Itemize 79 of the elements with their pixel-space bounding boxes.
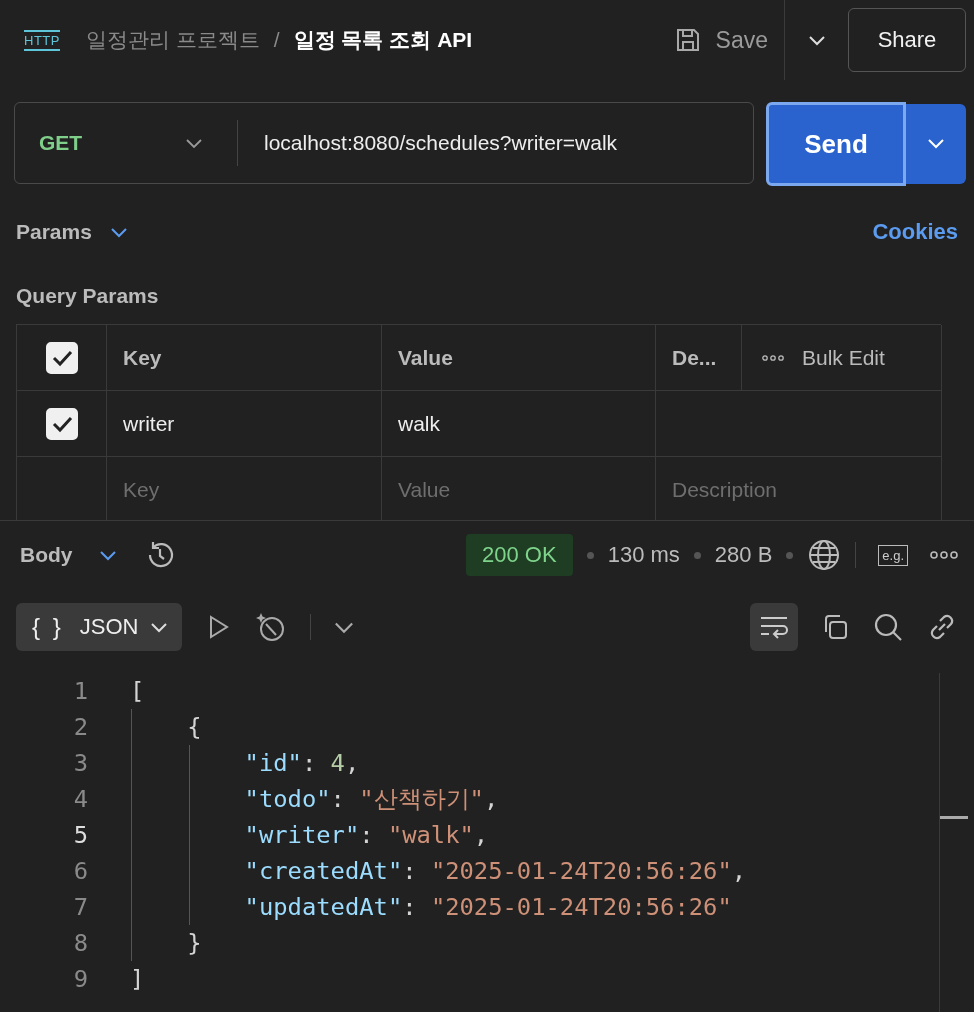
chevron-down-icon xyxy=(109,226,128,238)
method-dropdown[interactable]: GET xyxy=(15,103,237,183)
code-token: "id" xyxy=(243,749,302,777)
key-input[interactable]: Key xyxy=(123,477,365,502)
save-button[interactable]: Save xyxy=(673,26,784,54)
line-number: 5 xyxy=(72,821,89,849)
breadcrumb-separator: / xyxy=(273,28,280,52)
line-number: 2 xyxy=(72,713,89,741)
wrap-lines-icon xyxy=(758,614,790,640)
code-token: "createdAt" xyxy=(243,857,403,885)
line-number: 7 xyxy=(72,893,89,921)
line-number: 3 xyxy=(72,749,89,777)
line-number: 9 xyxy=(72,965,89,993)
code-token: "writer" xyxy=(243,821,360,849)
column-header: Key xyxy=(123,345,162,370)
scroll-marker xyxy=(940,816,968,819)
code-token: , xyxy=(473,821,489,849)
check-icon xyxy=(50,348,73,367)
example-button[interactable]: e.g. xyxy=(878,544,908,566)
response-size: 280 B xyxy=(714,542,773,568)
code-token: : xyxy=(330,785,346,813)
code-token: "todo" xyxy=(243,785,331,813)
code-token: "walk" xyxy=(387,821,474,849)
response-time: 130 ms xyxy=(607,542,680,568)
code-token: : xyxy=(402,857,418,885)
code-token: "산책하기" xyxy=(359,784,484,815)
params-tab[interactable]: Params xyxy=(16,220,128,244)
code-token: , xyxy=(483,785,499,813)
chevron-down-icon[interactable] xyxy=(333,620,356,634)
table-cell: writer xyxy=(123,411,175,436)
code-token: , xyxy=(344,749,360,777)
code-token: : xyxy=(402,893,418,921)
checkbox[interactable] xyxy=(45,341,78,374)
cookies-link[interactable]: Cookies xyxy=(872,219,958,245)
send-button[interactable]: Send xyxy=(766,102,906,186)
code-token: { xyxy=(186,713,202,741)
separator-dot xyxy=(693,551,701,559)
share-button[interactable]: Share xyxy=(848,8,966,72)
value-input[interactable]: Value xyxy=(398,477,639,502)
code-token: "updatedAt" xyxy=(243,893,403,921)
checkbox[interactable] xyxy=(45,407,78,440)
search-icon[interactable] xyxy=(872,611,904,643)
code-token: } xyxy=(186,929,202,957)
more-icon xyxy=(762,354,784,361)
code-token: : xyxy=(301,749,318,777)
description-input[interactable]: Description xyxy=(672,477,925,502)
globe-icon[interactable] xyxy=(807,538,842,572)
breadcrumb-item: 일정 목록 조회 API xyxy=(293,27,473,53)
format-dropdown[interactable]: { } JSON xyxy=(16,603,183,651)
line-number: 4 xyxy=(72,785,89,813)
chevron-down-icon xyxy=(98,549,117,561)
status-badge: 200 OK xyxy=(466,534,573,576)
chevron-down-icon xyxy=(185,137,203,149)
breadcrumb-item[interactable]: 일정관리 프로젝트 xyxy=(85,26,260,54)
code-token: : xyxy=(359,821,375,849)
column-header: Value xyxy=(398,345,453,370)
body-dropdown[interactable]: Body xyxy=(20,543,117,567)
chevron-down-icon xyxy=(927,136,945,149)
line-number: 6 xyxy=(72,857,89,885)
separator-dot xyxy=(786,551,794,559)
more-icon[interactable] xyxy=(930,551,958,559)
wrap-lines-button[interactable] xyxy=(750,603,798,651)
url-input[interactable]: localhost:8080/schedules?writer=walk xyxy=(238,131,753,155)
code-token: ] xyxy=(130,965,145,993)
code-token: "2025-01-24T20:56:26" xyxy=(430,857,732,885)
code-token: [ xyxy=(130,677,145,705)
chevron-down-icon xyxy=(150,621,169,633)
separator-dot xyxy=(586,551,594,559)
section-title: Query Params xyxy=(15,283,160,309)
line-number: 8 xyxy=(72,929,89,957)
bulk-edit-button[interactable]: Bulk Edit xyxy=(750,325,897,390)
line-number: 1 xyxy=(72,677,89,705)
column-header: De... xyxy=(672,345,717,370)
code-token: "2025-01-24T20:56:26" xyxy=(430,893,732,921)
table-cell: walk xyxy=(398,411,440,436)
code-token: 4 xyxy=(330,749,345,777)
check-icon xyxy=(50,414,73,433)
chevron-down-icon xyxy=(807,34,826,46)
code-token: , xyxy=(731,857,747,885)
